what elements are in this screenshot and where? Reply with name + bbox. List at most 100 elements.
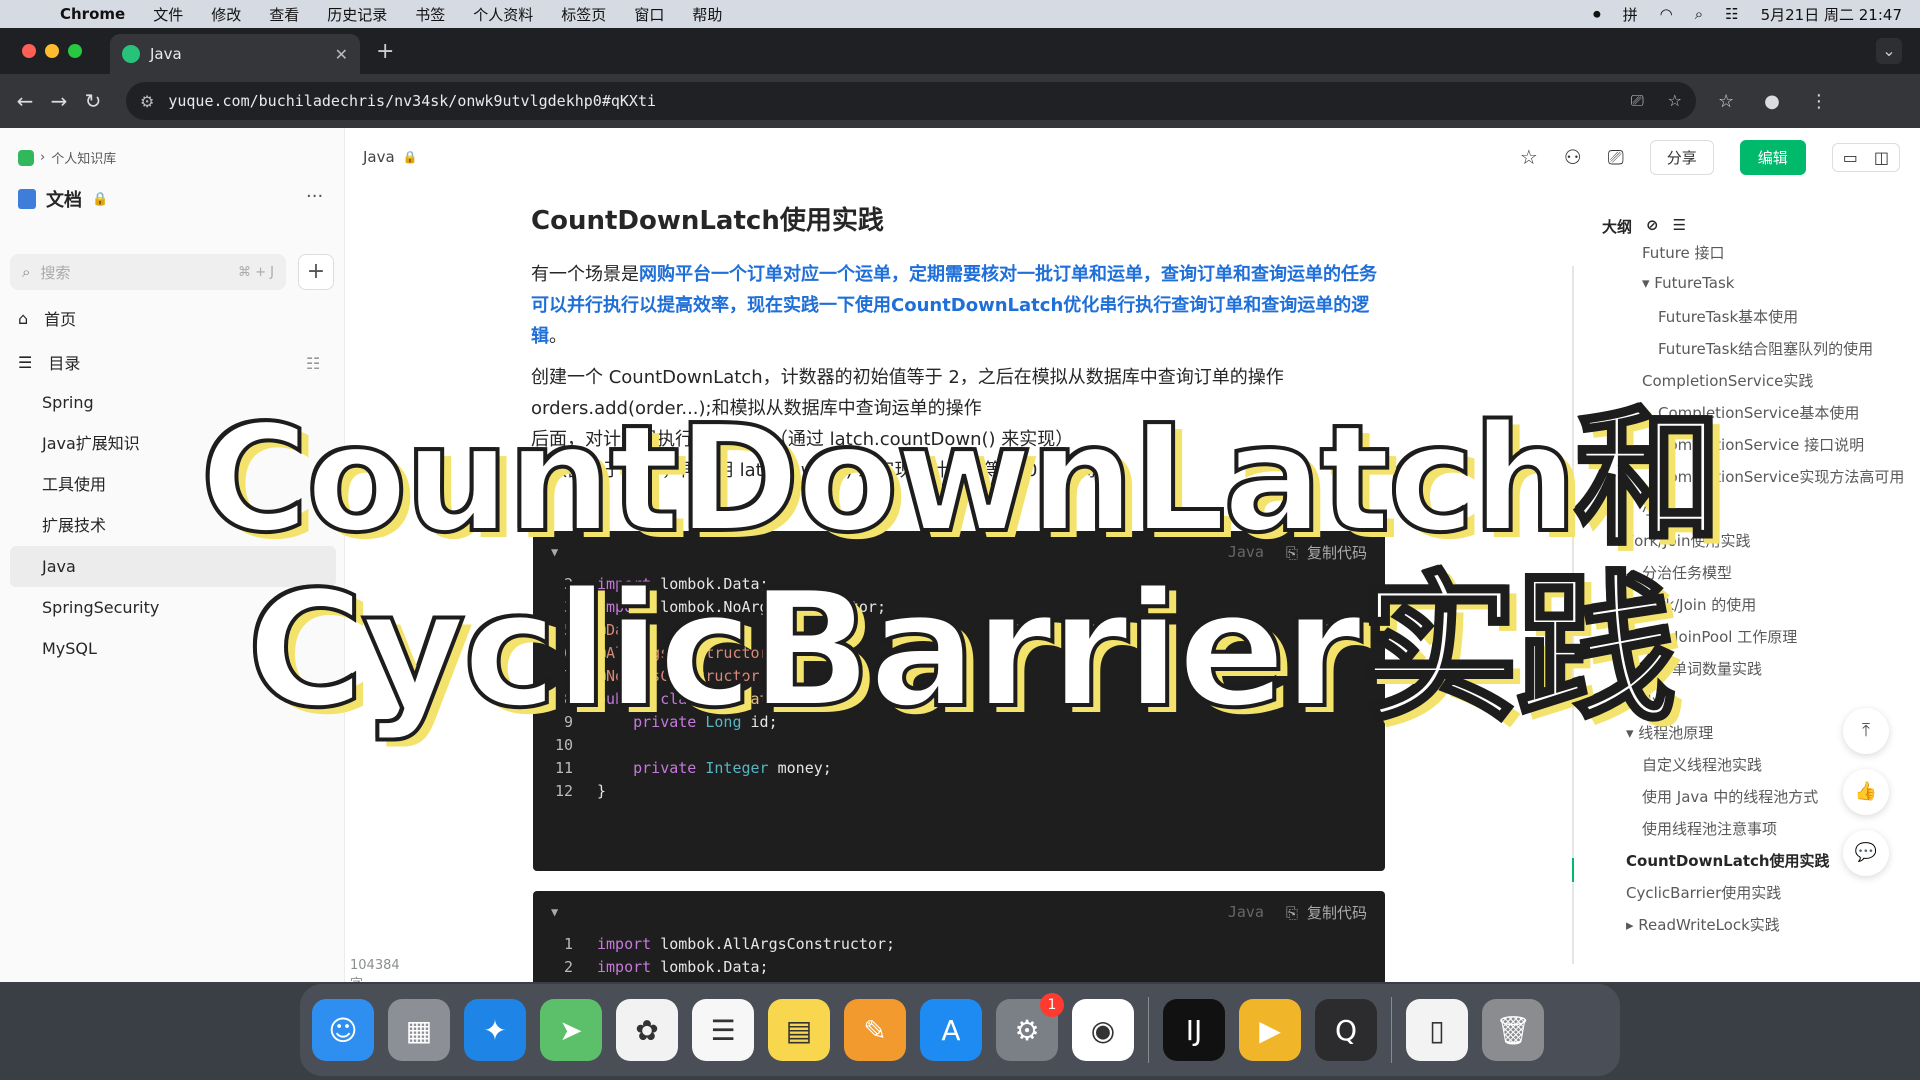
- zoom-window-button[interactable]: [68, 44, 82, 58]
- outline-item[interactable]: 自定义线程池实践: [1642, 754, 1762, 775]
- copy-code-button[interactable]: ⎘ 复制代码: [1286, 542, 1367, 563]
- minimize-window-button[interactable]: [45, 44, 59, 58]
- tree-item-spring-security[interactable]: SpringSecurity: [10, 587, 336, 628]
- back-icon[interactable]: ←: [8, 89, 42, 113]
- new-tab-button[interactable]: +: [376, 39, 394, 64]
- outline-item[interactable]: CyclicBarrier使用实践: [1626, 882, 1781, 903]
- doc-breadcrumb-title[interactable]: Java: [363, 148, 395, 166]
- pages-icon[interactable]: ✎: [844, 999, 906, 1061]
- spotlight-icon[interactable]: ⌕: [1695, 5, 1703, 23]
- breadcrumb-knowledge-base[interactable]: 个人知识库: [51, 148, 116, 167]
- documents-icon[interactable]: ▯: [1406, 999, 1468, 1061]
- star-icon[interactable]: ☆: [1520, 145, 1538, 169]
- input-method-indicator[interactable]: 拼: [1623, 4, 1638, 25]
- install-app-icon[interactable]: ⎚: [1631, 91, 1644, 111]
- outline-item[interactable]: Future 接口: [1642, 242, 1725, 263]
- wifi-icon[interactable]: ◠: [1660, 5, 1673, 23]
- system-settings-icon[interactable]: ⚙ 1: [996, 993, 1064, 1061]
- launchpad-icon[interactable]: ▦: [388, 999, 450, 1061]
- outline-item[interactable]: ▾ 线程池原理: [1626, 722, 1713, 743]
- edit-button[interactable]: 编辑: [1739, 139, 1806, 175]
- panel-toggle-icon[interactable]: ◫: [1874, 148, 1889, 167]
- menu-profiles[interactable]: 个人资料: [473, 4, 533, 25]
- control-center-icon[interactable]: ☷: [1725, 5, 1738, 23]
- outline-item[interactable]: FutureTask结合阻塞队列的使用: [1658, 338, 1873, 359]
- outline-item[interactable]: 分治任务模型: [1642, 562, 1732, 583]
- outline-item[interactable]: Fork/Join使用实践: [1626, 530, 1750, 551]
- outline-item[interactable]: FutureTask基本使用: [1658, 306, 1798, 327]
- outline-item[interactable]: CompletionService基本使用: [1658, 402, 1859, 423]
- menu-view[interactable]: 查看: [269, 4, 299, 25]
- notes-icon[interactable]: ▤: [768, 999, 830, 1061]
- outline-item[interactable]: CountDownLatch使用实践: [1626, 850, 1830, 871]
- more-icon[interactable]: ···: [306, 186, 323, 207]
- quicktime-icon[interactable]: Q: [1315, 999, 1377, 1061]
- menu-history[interactable]: 历史记录: [327, 4, 387, 25]
- tree-item-spring[interactable]: Spring: [10, 382, 336, 423]
- code-language[interactable]: Java: [1228, 903, 1264, 921]
- hide-outline-icon[interactable]: ⊘: [1646, 216, 1659, 237]
- chrome-menu-icon[interactable]: ⋮: [1810, 91, 1828, 112]
- site-info-icon[interactable]: ⚙: [140, 92, 154, 111]
- nav-home[interactable]: ⌂ 首页: [18, 306, 76, 330]
- comment-icon[interactable]: ▭: [1843, 148, 1858, 167]
- outline-item[interactable]: 小结: [1642, 690, 1672, 711]
- url-text[interactable]: yuque.com/buchiladechris/nv34sk/onwk9utv…: [168, 92, 656, 110]
- finder-icon[interactable]: ☺: [312, 999, 374, 1061]
- reload-icon[interactable]: ↻: [76, 89, 110, 113]
- outline-item[interactable]: Fork/Join 的使用: [1642, 594, 1756, 615]
- outline-item[interactable]: ▾ FutureTask: [1642, 274, 1734, 292]
- outline-item[interactable]: 小结: [1642, 498, 1672, 519]
- profile-icon[interactable]: ●: [1764, 91, 1780, 112]
- safari-icon[interactable]: ✦: [464, 999, 526, 1061]
- tree-item-mysql[interactable]: MySQL: [10, 628, 336, 669]
- copy-code-button[interactable]: ⎘ 复制代码: [1286, 902, 1367, 923]
- infuse-icon[interactable]: ▶: [1239, 999, 1301, 1061]
- outline-item[interactable]: CompletionService实现方法高可用: [1658, 466, 1904, 487]
- nav-catalog[interactable]: ☰ 目录: [18, 350, 80, 374]
- close-tab-icon[interactable]: ✕: [335, 45, 348, 64]
- menu-app-name[interactable]: Chrome: [60, 5, 125, 23]
- add-button[interactable]: +: [298, 254, 334, 290]
- bookmark-star-icon[interactable]: ☆: [1668, 91, 1682, 111]
- present-icon[interactable]: ⎚: [1608, 145, 1624, 169]
- collapse-icon[interactable]: ▼: [551, 545, 558, 559]
- maps-icon[interactable]: ➤: [540, 999, 602, 1061]
- outline-item[interactable]: 使用 Java 中的线程池方式: [1642, 786, 1818, 807]
- reminders-icon[interactable]: ☰: [692, 999, 754, 1061]
- photos-icon[interactable]: ✿: [616, 999, 678, 1061]
- kb-title[interactable]: 文档: [46, 186, 82, 212]
- tree-item-ext-tech[interactable]: 扩展技术: [10, 505, 336, 546]
- outline-item[interactable]: 使用线程池注意事项: [1642, 818, 1777, 839]
- tree-item-java[interactable]: Java: [10, 546, 336, 587]
- outline-item[interactable]: 统计单词数量实践: [1642, 658, 1762, 679]
- code-block[interactable]: ▼ Java ⎘ 复制代码 2 import lombok.Data; 3 impor…: [533, 531, 1385, 871]
- code-block[interactable]: ▼ Java ⎘ 复制代码 1 import lombok.AllArgsCons…: [533, 891, 1385, 982]
- forward-icon[interactable]: →: [42, 89, 76, 113]
- extensions-icon[interactable]: ☆: [1718, 91, 1734, 112]
- intellij-icon[interactable]: IJ: [1163, 999, 1225, 1061]
- address-bar[interactable]: ⚙ yuque.com/buchiladechris/nv34sk/onwk9u…: [126, 82, 1696, 120]
- menubar-clock[interactable]: 5月21日 周二 21:47: [1761, 4, 1902, 25]
- add-collaborator-icon[interactable]: ⚇: [1564, 145, 1582, 169]
- outline-item[interactable]: CompletionService 接口说明: [1658, 434, 1864, 455]
- browser-tab-active[interactable]: Java ✕: [110, 34, 360, 74]
- like-icon[interactable]: 👍: [1843, 769, 1889, 815]
- back-to-top-icon[interactable]: ⤒: [1843, 708, 1889, 754]
- trash-icon[interactable]: 🗑: [1482, 999, 1544, 1061]
- collapse-icon[interactable]: ▼: [551, 905, 558, 919]
- menu-file[interactable]: 文件: [153, 4, 183, 25]
- record-icon[interactable]: ⏺: [1593, 5, 1601, 23]
- share-button[interactable]: 分享: [1649, 139, 1714, 175]
- outline-item[interactable]: ▸ ReadWriteLock实践: [1626, 914, 1780, 935]
- toc-toggle-icon[interactable]: ☷: [306, 354, 320, 373]
- chrome-icon[interactable]: ◉: [1072, 999, 1134, 1061]
- comment-float-icon[interactable]: 💬: [1843, 830, 1889, 876]
- tab-search-button[interactable]: ⌄: [1876, 38, 1902, 64]
- tree-item-java-ext[interactable]: Java扩展知识: [10, 423, 336, 464]
- app-store-icon[interactable]: A: [920, 999, 982, 1061]
- menu-bookmarks[interactable]: 书签: [415, 4, 445, 25]
- yuque-logo[interactable]: [18, 149, 34, 166]
- close-window-button[interactable]: [22, 44, 36, 58]
- tree-item-tools[interactable]: 工具使用: [10, 464, 336, 505]
